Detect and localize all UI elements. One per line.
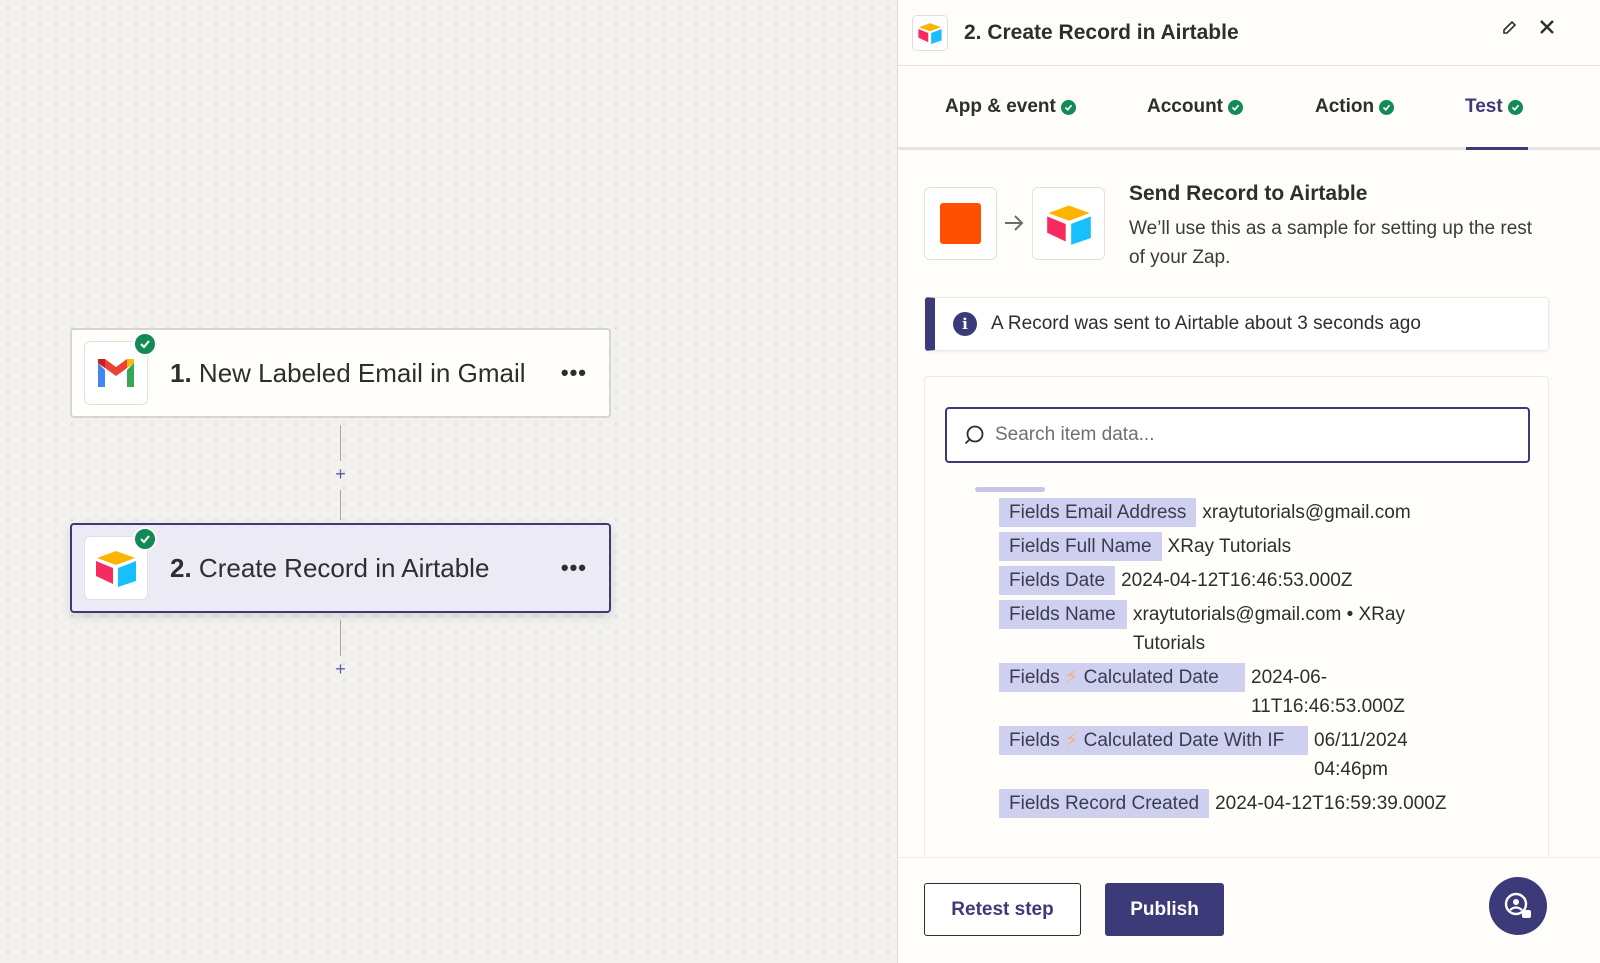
pencil-icon[interactable] (1500, 18, 1520, 38)
check-icon (133, 332, 157, 356)
close-icon[interactable] (1536, 16, 1558, 38)
airtable-icon (1032, 187, 1105, 260)
field-row: Fields Record Created 2024-04-12T16:59:3… (999, 789, 1539, 818)
step-card-gmail[interactable]: 1. New Labeled Email in Gmail ••• (70, 328, 611, 418)
lightning-icon: ⚡ (1064, 730, 1079, 751)
zap-canvas[interactable]: 1. New Labeled Email in Gmail ••• + 2. C… (0, 0, 897, 963)
tree-collapse-handle[interactable] (975, 487, 1045, 492)
field-value: 2024-04-12T16:59:39.000Z (1215, 793, 1447, 814)
field-list: Fields Email Address xraytutorials@gmail… (999, 498, 1539, 823)
info-icon: i (953, 312, 977, 336)
step-panel: 2. Create Record in Airtable App & event… (897, 0, 1600, 963)
search-box[interactable] (945, 407, 1530, 463)
field-key[interactable]: Fields ⚡ Calculated Date With IF (999, 726, 1308, 755)
help-chat-button[interactable] (1489, 877, 1547, 935)
field-row: Fields Date 2024-04-12T16:46:53.000Z (999, 566, 1539, 595)
field-value: 2024-04-12T16:46:53.000Z (1121, 570, 1353, 591)
gmail-icon (84, 332, 157, 405)
step-menu-button[interactable]: ••• (561, 555, 587, 581)
field-value: XRay Tutorials (1167, 536, 1292, 557)
panel-header: 2. Create Record in Airtable (898, 0, 1600, 66)
panel-footer: Retest step Publish (898, 857, 1600, 963)
help-chat-icon (1504, 892, 1531, 918)
check-icon (1060, 99, 1076, 115)
field-key[interactable]: Fields Email Address (999, 498, 1197, 527)
airtable-icon (912, 14, 948, 51)
field-value: xraytutorials@gmail.com • XRay Tutorials (1133, 604, 1405, 654)
airtable-icon (84, 527, 157, 600)
send-record-title: Send Record to Airtable (1129, 182, 1368, 205)
lightning-icon: ⚡ (1064, 667, 1079, 688)
item-data-card: Fields Email Address xraytutorials@gmail… (924, 376, 1549, 856)
field-row: Fields ⚡ Calculated Date With IF 06/11/2… (999, 726, 1539, 784)
check-icon (1379, 99, 1395, 115)
field-value: 06/11/2024 04:46pm (1314, 730, 1408, 780)
field-key[interactable]: Fields Full Name (999, 532, 1162, 561)
send-record-description: We’ll use this as a sample for setting u… (1129, 218, 1533, 268)
arrow-right-icon (1003, 213, 1025, 238)
check-icon (1507, 99, 1523, 115)
publish-button[interactable]: Publish (1105, 883, 1224, 936)
field-value: xraytutorials@gmail.com (1202, 502, 1411, 523)
field-value: 2024-06-11T16:46:53.000Z (1251, 667, 1405, 717)
connector-line (340, 620, 341, 656)
check-icon (1228, 99, 1243, 115)
tab-account[interactable]: Account (1147, 96, 1243, 118)
search-icon (964, 425, 984, 445)
add-step-button[interactable]: + (332, 465, 349, 483)
search-input[interactable] (995, 424, 1515, 446)
field-key[interactable]: Fields ⚡ Calculated Date (999, 663, 1245, 692)
field-row: Fields Name xraytutorials@gmail.com • XR… (999, 600, 1539, 658)
tab-test[interactable]: Test (1465, 96, 1523, 118)
step-tabs: App & event Account Action Test (898, 66, 1600, 150)
field-key[interactable]: Fields Record Created (999, 789, 1210, 818)
tab-action[interactable]: Action (1315, 96, 1395, 118)
step-title: 2. Create Record in Airtable (170, 552, 490, 583)
info-banner: i A Record was sent to Airtable about 3 … (925, 297, 1549, 351)
field-row: Fields ⚡ Calculated Date 2024-06-11T16:4… (999, 663, 1539, 721)
step-menu-button[interactable]: ••• (561, 360, 587, 386)
field-key[interactable]: Fields Name (999, 600, 1127, 629)
info-banner-text: A Record was sent to Airtable about 3 se… (991, 313, 1421, 334)
field-key[interactable]: Fields Date (999, 566, 1116, 595)
add-step-button[interactable]: + (332, 660, 349, 678)
zapier-trigger-icon (924, 187, 997, 260)
tab-app-event[interactable]: App & event (945, 96, 1076, 118)
active-tab-indicator (1466, 147, 1528, 150)
panel-title: 2. Create Record in Airtable (964, 20, 1239, 44)
field-row: Fields Full Name XRay Tutorials (999, 532, 1539, 561)
step-title: 1. New Labeled Email in Gmail (170, 357, 526, 388)
connector-line (340, 490, 341, 520)
retest-step-button[interactable]: Retest step (924, 883, 1081, 936)
step-card-airtable[interactable]: 2. Create Record in Airtable ••• (70, 523, 611, 613)
check-icon (133, 527, 157, 551)
field-row: Fields Email Address xraytutorials@gmail… (999, 498, 1539, 527)
connector-line (340, 425, 341, 461)
